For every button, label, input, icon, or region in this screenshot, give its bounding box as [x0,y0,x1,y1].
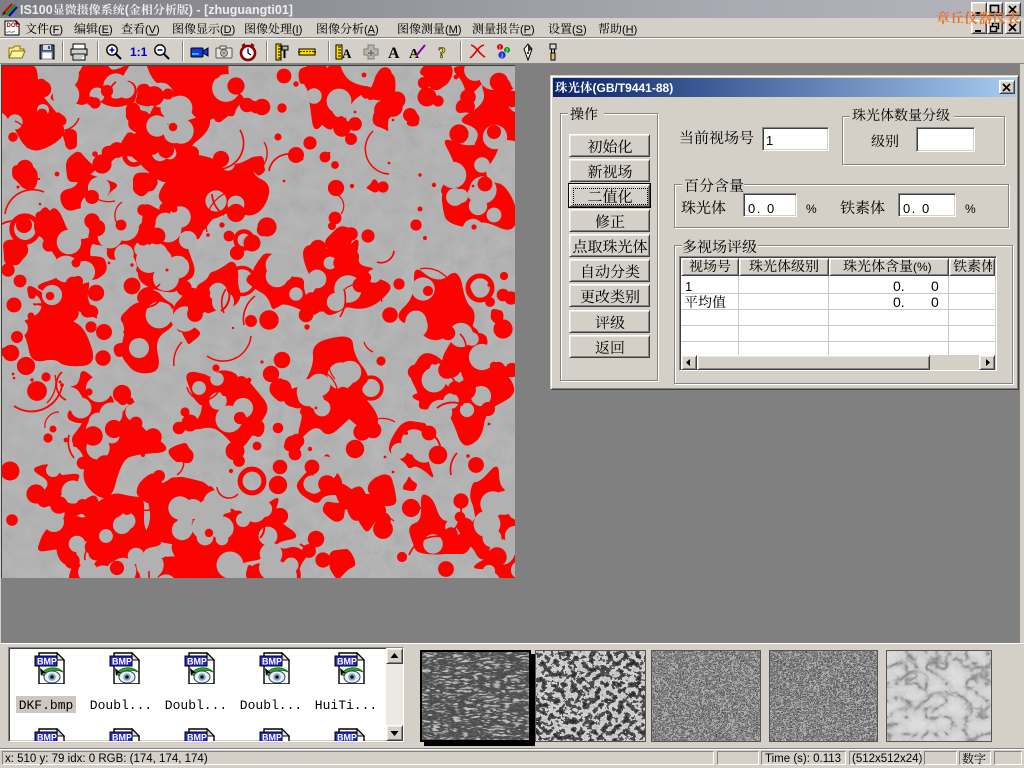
svg-text:(F): (F) [49,24,63,36]
svg-text:(P): (P) [520,24,535,36]
svg-text:1: 1 [766,133,773,148]
svg-text:x: 510 y: 79 idx: 0 RGB: (17: x: 510 y: 79 idx: 0 RGB: (174, 174, 174) [5,753,208,765]
svg-text:0.: 0. [893,278,905,294]
svg-text:IS100: IS100 [20,3,53,17]
svg-text:) - [zhuguangti01]: ) - [zhuguangti01] [189,3,293,17]
svg-text:(V): (V) [145,24,160,36]
svg-text:0: 0 [931,294,939,310]
svg-text:1: 1 [685,279,692,294]
svg-text:%: % [806,202,817,216]
svg-text:Time (s): 0.113: Time (s): 0.113 [765,753,841,765]
svg-text:(H): (H) [622,24,637,36]
svg-text:0: 0 [931,278,939,294]
svg-text:%: % [965,202,976,216]
svg-text:Doubl...: Doubl... [165,698,227,713]
svg-text:(S): (S) [572,24,587,36]
svg-text:(D): (D) [220,24,235,36]
svg-text:(E): (E) [98,24,113,36]
svg-text:(%): (%) [913,260,932,274]
svg-text:(M): (M) [445,24,462,36]
svg-text:0. 0: 0. 0 [748,201,776,216]
svg-text:(I): (I) [292,24,302,36]
svg-text:0.: 0. [893,294,905,310]
svg-text:HuiTi...: HuiTi... [315,698,377,713]
svg-text:0. 0: 0. 0 [903,201,931,216]
svg-text:(A): (A) [364,24,379,36]
svg-text:(: ( [125,3,130,17]
svg-text:DKF.bmp: DKF.bmp [19,698,74,713]
svg-text:(512x512x24): (512x512x24) [852,753,922,765]
svg-text:Doubl...: Doubl... [240,698,302,713]
svg-text:(GB/T9441-88): (GB/T9441-88) [593,81,674,95]
svg-text:Doubl...: Doubl... [90,698,152,713]
